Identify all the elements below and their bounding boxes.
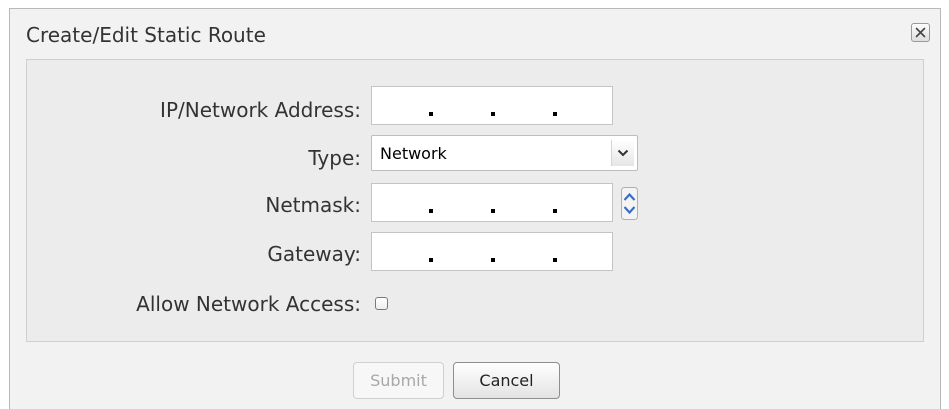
form-panel: IP/Network Address: Type: Netmask: Gatew… bbox=[26, 59, 924, 342]
ip-octet-separator bbox=[429, 112, 433, 116]
allow-network-access-label: Allow Network Access: bbox=[136, 292, 361, 316]
type-select[interactable]: Network bbox=[371, 135, 638, 171]
submit-button[interactable]: Submit bbox=[353, 362, 444, 399]
gateway-octet-separator bbox=[553, 258, 557, 262]
cancel-button[interactable]: Cancel bbox=[453, 362, 560, 399]
dialog-titlebar: Create/Edit Static Route bbox=[10, 9, 940, 57]
gateway-input[interactable] bbox=[371, 232, 613, 271]
gateway-octet-separator bbox=[491, 258, 495, 262]
chevron-down-icon bbox=[617, 149, 629, 157]
type-select-value: Network bbox=[380, 144, 447, 163]
close-x-icon bbox=[915, 27, 926, 38]
up-down-spinner-icon bbox=[621, 187, 638, 220]
gateway-octet-separator bbox=[429, 258, 433, 262]
netmask-spinner[interactable] bbox=[621, 187, 638, 220]
type-label: Type: bbox=[308, 146, 361, 170]
ip-address-label: IP/Network Address: bbox=[160, 98, 361, 122]
netmask-input[interactable] bbox=[371, 183, 613, 222]
gateway-label: Gateway: bbox=[267, 242, 361, 266]
close-button[interactable] bbox=[911, 23, 930, 42]
ip-address-input[interactable] bbox=[371, 86, 613, 125]
netmask-octet-separator bbox=[429, 209, 433, 213]
type-dropdown-button[interactable] bbox=[611, 140, 634, 166]
netmask-label: Netmask: bbox=[265, 193, 361, 217]
netmask-octet-separator bbox=[553, 209, 557, 213]
netmask-octet-separator bbox=[491, 209, 495, 213]
dialog-title: Create/Edit Static Route bbox=[26, 23, 266, 47]
allow-network-access-checkbox[interactable] bbox=[375, 297, 388, 310]
ip-octet-separator bbox=[491, 112, 495, 116]
static-route-dialog: Create/Edit Static Route IP/Network Addr… bbox=[9, 8, 941, 409]
ip-octet-separator bbox=[553, 112, 557, 116]
label-column: IP/Network Address: Type: Netmask: Gatew… bbox=[27, 60, 361, 343]
